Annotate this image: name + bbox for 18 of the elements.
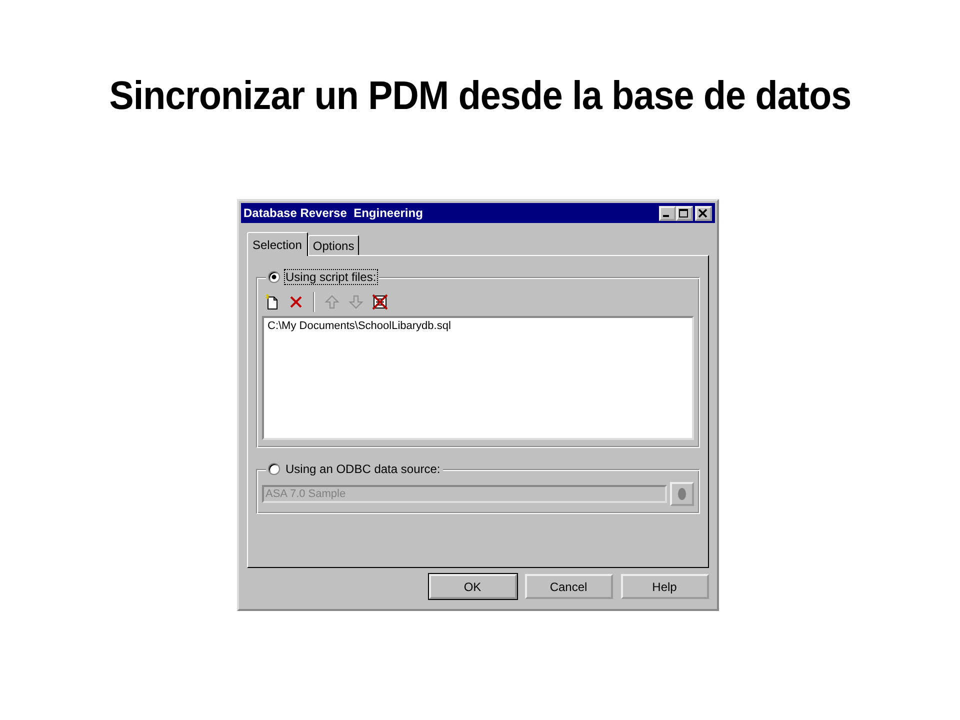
minimize-button[interactable] [658, 206, 676, 220]
radio-button[interactable] [268, 271, 280, 283]
dialog-button[interactable]: Help [620, 574, 708, 599]
list-item[interactable]: C:\My Documents\SchoolLibarydb.sql [268, 320, 688, 332]
tab[interactable]: Options [308, 235, 360, 255]
minimize-icon [663, 214, 669, 216]
dialog-button[interactable]: Cancel [524, 574, 612, 599]
close-button[interactable] [694, 206, 712, 220]
browse-button[interactable] [670, 482, 694, 506]
maximize-icon [679, 208, 689, 218]
radio-button[interactable] [268, 463, 280, 475]
slide-title: Sincronizar un PDM desde la base de datos [109, 74, 851, 119]
clear-list-icon[interactable] [370, 292, 390, 312]
window-title: Database Reverse Engineering [244, 206, 423, 220]
close-icon [698, 208, 708, 218]
dialog-button[interactable]: OK [428, 574, 516, 599]
maximize-button[interactable] [676, 206, 692, 220]
tab[interactable]: Selection [246, 232, 308, 256]
